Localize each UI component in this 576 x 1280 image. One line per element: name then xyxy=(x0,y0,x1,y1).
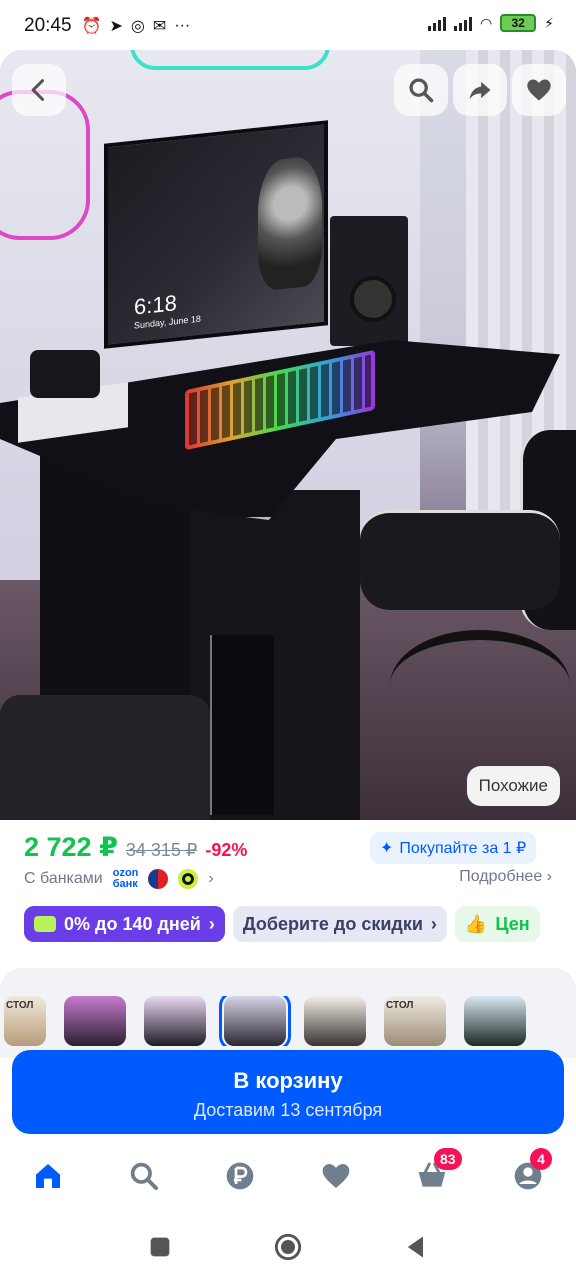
promo-label: Покупайте за 1 ₽ xyxy=(399,840,527,857)
alarm-icon: ⏰ xyxy=(81,18,102,35)
card-icon xyxy=(34,916,56,932)
thumbnail[interactable]: СТОЛ xyxy=(4,996,46,1046)
price-chip[interactable]: 👍 Цен xyxy=(454,906,540,942)
price-chip-label: Цен xyxy=(495,913,530,934)
bank-logo-icon-2 xyxy=(178,869,199,889)
thumbs-up-icon: 👍 xyxy=(464,913,488,934)
thumbnail-strip[interactable]: СТОЛ СТОЛ xyxy=(0,996,576,1046)
search-icon xyxy=(409,78,434,103)
ozon-bank-line2: банк xyxy=(112,878,138,890)
favorite-button[interactable] xyxy=(512,64,566,116)
installment-chip[interactable]: 0% до 140 дней › xyxy=(24,906,225,942)
signal-icon-2 xyxy=(453,15,472,31)
product-image[interactable]: 6:18 Sunday, June 18 Похожие xyxy=(0,50,576,820)
thumbnail-active[interactable] xyxy=(219,996,291,1046)
add-to-cart-label: В корзину xyxy=(233,1068,343,1093)
status-time: 20:45 xyxy=(24,15,72,36)
bottom-navigation: 83 4 xyxy=(0,1146,576,1206)
thumbnail[interactable] xyxy=(304,996,366,1046)
image-camera xyxy=(30,350,100,398)
chat-icon: ◎ xyxy=(130,18,145,35)
nav-favorites[interactable] xyxy=(312,1152,360,1200)
chevron-right-icon: › xyxy=(208,913,215,934)
profile-badge: 4 xyxy=(530,1148,552,1170)
discount-badge: -92% xyxy=(205,840,248,860)
cart-badge: 83 xyxy=(434,1148,462,1170)
signal-icon xyxy=(427,15,446,31)
add-to-discount-label: Доберите до скидки xyxy=(242,913,423,934)
similar-button[interactable]: Похожие xyxy=(466,766,560,806)
chevron-right-icon: › xyxy=(208,870,214,887)
battery-icon: 32 xyxy=(500,14,537,32)
more-icon: ··· xyxy=(174,17,191,34)
bank-logo-icon xyxy=(148,869,169,889)
home-icon xyxy=(36,1164,60,1188)
offer-chips: 0% до 140 дней › Доберите до скидки › 👍 … xyxy=(24,906,540,942)
share-button[interactable] xyxy=(453,64,507,116)
thumbnail-label: СТОЛ xyxy=(6,1000,34,1011)
nav-profile[interactable]: 4 xyxy=(504,1148,552,1200)
price-row: 2 722 ₽ 34 315 ₽ -92% xyxy=(24,832,247,863)
nav-cart[interactable]: 83 xyxy=(408,1148,462,1200)
home-circle-icon[interactable] xyxy=(274,1233,302,1261)
ruble-icon xyxy=(226,1162,254,1190)
chevron-right-icon: › xyxy=(430,913,437,934)
charging-icon: ⚡ xyxy=(544,14,554,31)
details-link[interactable]: Подробнее › xyxy=(459,868,552,886)
recent-apps-icon[interactable] xyxy=(146,1233,174,1261)
status-system-icons: ◠ 32 ⚡ xyxy=(427,14,554,32)
buy-for-1-rub-button[interactable]: ✦ Покупайте за 1 ₽ xyxy=(370,832,537,864)
chevron-right-icon: › xyxy=(546,868,552,885)
image-bag xyxy=(0,695,210,820)
status-bar: 20:45 ⏰ ➤ ◎ ✉ ··· ◠ 32 ⚡ xyxy=(0,0,576,52)
old-price: 34 315 ₽ xyxy=(125,840,198,860)
nav-home[interactable] xyxy=(24,1152,72,1200)
status-notification-icons: ⏰ ➤ ◎ ✉ ··· xyxy=(82,16,191,36)
details-link-label: Подробнее xyxy=(459,868,543,885)
neon-sign-decor xyxy=(130,50,330,70)
thumbnail[interactable] xyxy=(64,996,126,1046)
owl-wallpaper xyxy=(258,154,322,292)
thumbnail[interactable] xyxy=(144,996,206,1046)
heart-icon xyxy=(527,79,551,101)
back-button[interactable] xyxy=(12,64,66,116)
telegram-icon: ➤ xyxy=(109,18,123,35)
image-speaker xyxy=(330,216,408,346)
chair-seat xyxy=(360,510,560,610)
nav-catalog[interactable] xyxy=(120,1152,168,1200)
image-pc-case xyxy=(210,635,274,815)
banks-label: С банками xyxy=(24,870,103,887)
chair-base xyxy=(390,630,570,740)
heart-icon xyxy=(322,1164,350,1188)
search-button[interactable] xyxy=(394,64,448,116)
add-to-discount-chip[interactable]: Доберите до скидки › xyxy=(232,906,447,942)
installment-chip-label: 0% до 140 дней xyxy=(64,913,201,934)
search-icon xyxy=(130,1162,158,1190)
thumbnail[interactable] xyxy=(464,996,526,1046)
ozon-bank-logo: ozon банк xyxy=(113,868,139,890)
thumbnail[interactable]: СТОЛ xyxy=(384,996,446,1046)
image-chair xyxy=(360,430,576,760)
current-price: 2 722 ₽ xyxy=(24,832,118,862)
back-triangle-icon[interactable] xyxy=(402,1233,430,1261)
image-monitor: 6:18 Sunday, June 18 xyxy=(104,120,328,349)
thumbnail-label: СТОЛ xyxy=(386,1000,414,1011)
sparkle-icon: ✦ xyxy=(380,840,394,857)
system-navigation xyxy=(0,1214,576,1280)
mail-icon: ✉ xyxy=(152,18,167,35)
delivery-date: Доставим 13 сентября xyxy=(193,1100,383,1120)
wifi-icon: ◠ xyxy=(479,14,493,31)
nav-finance[interactable] xyxy=(216,1152,264,1200)
add-to-cart-button[interactable]: В корзину Доставим 13 сентября xyxy=(12,1050,564,1134)
chevron-left-icon xyxy=(31,79,45,101)
share-icon xyxy=(469,81,491,100)
bank-offers-row[interactable]: С банками ozon банк › xyxy=(24,868,214,890)
